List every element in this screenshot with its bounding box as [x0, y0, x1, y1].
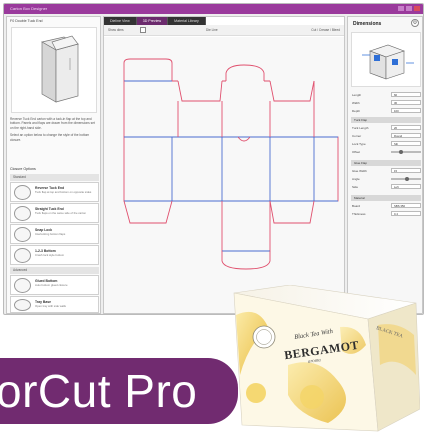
- slider-thumb[interactable]: [405, 176, 409, 181]
- param-row: Glue Width 15: [351, 168, 421, 174]
- carton-3d-icon: [41, 35, 79, 103]
- style-description: Reverse Tuck End carton with a tuck-in f…: [10, 117, 99, 145]
- closure-option[interactable]: Glued Bottom Auto bottom glued closure: [10, 275, 99, 295]
- dimension-row-width: Width 30: [351, 100, 421, 106]
- option-desc: Tuck flaps on the same side of the carto…: [35, 211, 87, 215]
- param-row: Lock Type Slit: [351, 141, 421, 147]
- tuck-length-input[interactable]: 20: [391, 125, 421, 130]
- tab-dieline[interactable]: Dieline View: [104, 17, 137, 25]
- dieline-drawing: [123, 58, 339, 270]
- canvas-tabs: Dieline View 3D Preview Material Library: [104, 17, 206, 25]
- field-label: Corner: [352, 134, 362, 138]
- field-label: Depth: [352, 109, 361, 113]
- field-label: Width: [352, 101, 360, 105]
- param-row: Side Left: [351, 184, 421, 190]
- dimensions-panel: Dimensions ⚙ Length 60 Width 30 Depth 10…: [347, 16, 423, 314]
- dimensions-title: Dimensions: [353, 21, 382, 27]
- field-label: Glue Width: [352, 169, 367, 173]
- option-thumbnail-icon: [14, 299, 31, 311]
- param-row: Angle: [351, 176, 421, 182]
- corner-select[interactable]: Round: [391, 133, 421, 138]
- tab-material[interactable]: Material Library: [168, 17, 206, 25]
- tab-3d-preview[interactable]: 3D Preview: [136, 17, 169, 25]
- description-paragraph: Select an option below to change the sty…: [10, 133, 90, 142]
- show-dims-checkbox[interactable]: [140, 27, 146, 33]
- option-desc: Interlocking bottom flaps: [35, 232, 66, 236]
- product-banner: orCut Pro: [0, 358, 238, 424]
- side-select[interactable]: Left: [391, 184, 421, 189]
- line-legend: Cut / Crease / Bleed: [311, 28, 340, 32]
- option-group-header: Advanced: [10, 267, 99, 274]
- canvas-panel: Dieline View 3D Preview Material Library…: [103, 16, 345, 314]
- tea-box-image: BLACK TEA Black Tea With BERGAMOT aroma: [228, 284, 421, 433]
- settings-gear-icon[interactable]: ⚙: [411, 19, 419, 27]
- canvas-toolbar: Show dims Die Line Cut / Crease / Bleed: [104, 25, 344, 36]
- option-desc: Open tray with side walls: [35, 304, 66, 308]
- option-thumbnail-icon: [14, 185, 31, 200]
- field-label: Thickness: [352, 212, 366, 216]
- style-title: F0 Double Tuck End: [10, 19, 43, 23]
- screenshot-stage: Carton Box Designer F0 Double Tuck End R…: [0, 0, 426, 434]
- field-label: Offset: [352, 150, 360, 154]
- dimension-row-length: Length 60: [351, 92, 421, 98]
- style-panel: F0 Double Tuck End Reverse Tuck End cart…: [6, 16, 101, 314]
- app-window: Carton Box Designer F0 Double Tuck End R…: [3, 3, 424, 315]
- glue-width-input[interactable]: 15: [391, 168, 421, 173]
- board-select[interactable]: SBS 350: [391, 203, 421, 208]
- option-desc: Crash lock style bottom: [35, 253, 65, 257]
- angle-slider[interactable]: [391, 176, 421, 181]
- field-label: Lock Type: [352, 142, 366, 146]
- closure-option[interactable]: Straight Tuck End Tuck flaps on the same…: [10, 203, 99, 223]
- close-button[interactable]: [414, 6, 420, 11]
- title-bar: Carton Box Designer: [4, 4, 423, 14]
- product-name: orCut Pro: [0, 365, 198, 417]
- thickness-input[interactable]: 0.4: [391, 211, 421, 216]
- minimize-button[interactable]: [398, 6, 404, 11]
- section-label: Closure Options: [10, 167, 36, 171]
- closure-option[interactable]: Tray Base Open tray with side walls: [10, 296, 99, 313]
- field-label: Tuck Length: [352, 126, 369, 130]
- option-thumbnail-icon: [14, 248, 31, 263]
- window-title: Carton Box Designer: [10, 6, 48, 11]
- param-row: Board SBS 350: [351, 203, 421, 209]
- option-desc: Auto bottom glued closure: [35, 283, 68, 287]
- param-row: Corner Round: [351, 133, 421, 139]
- maximize-button[interactable]: [406, 6, 412, 11]
- closure-option[interactable]: 1-2-3 Bottom Crash lock style bottom: [10, 245, 99, 265]
- window-controls: [398, 6, 420, 11]
- option-thumbnail-icon: [14, 278, 31, 293]
- param-row: Offset: [351, 149, 421, 155]
- glue-flap-header[interactable]: Glue Flap: [351, 160, 421, 166]
- description-paragraph: Reverse Tuck End carton with a tuck-in f…: [10, 117, 95, 130]
- field-label: Board: [352, 204, 361, 208]
- dimension-diagram: [351, 32, 421, 87]
- option-desc: Tuck flap at top and bottom on opposite …: [35, 190, 92, 194]
- option-thumbnail-icon: [14, 227, 31, 242]
- tea-box-illustration: BLACK TEA: [233, 284, 421, 432]
- canvas-view-label: Die Line: [206, 28, 218, 32]
- dieline-canvas[interactable]: [104, 37, 344, 313]
- closure-option[interactable]: Snap Lock Interlocking bottom flaps: [10, 224, 99, 244]
- length-input[interactable]: 60: [391, 92, 421, 97]
- dimension-row-depth: Depth 100: [351, 108, 421, 114]
- option-thumbnail-icon: [14, 206, 31, 221]
- show-dims-label: Show dims: [108, 28, 124, 32]
- closure-option[interactable]: Reverse Tuck End Tuck flap at top and bo…: [10, 182, 99, 202]
- field-label: Angle: [352, 177, 360, 181]
- lock-type-select[interactable]: Slit: [391, 141, 421, 146]
- material-header[interactable]: Material: [351, 195, 421, 201]
- param-row: Thickness 0.4: [351, 211, 421, 217]
- box-dimension-icon: [362, 44, 414, 80]
- field-label: Side: [352, 185, 359, 189]
- slider-thumb[interactable]: [399, 149, 403, 154]
- width-input[interactable]: 30: [391, 100, 421, 105]
- tuck-flap-header[interactable]: Tuck Flap: [351, 117, 421, 123]
- box-preview: [11, 27, 97, 113]
- depth-input[interactable]: 100: [391, 108, 421, 113]
- field-label: Length: [352, 93, 362, 97]
- option-group-header: Standard: [10, 174, 99, 181]
- param-row: Tuck Length 20: [351, 125, 421, 131]
- offset-slider[interactable]: [391, 149, 421, 154]
